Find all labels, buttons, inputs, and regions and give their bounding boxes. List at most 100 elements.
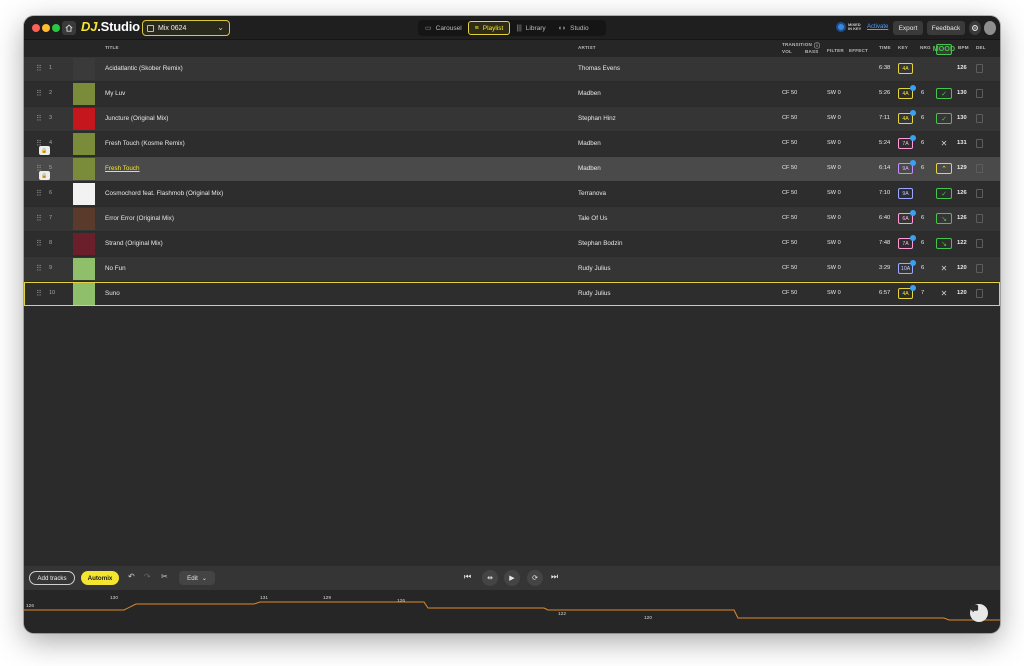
track-title[interactable]: No Fun [105, 265, 126, 272]
scissors-icon[interactable]: ✂ [161, 572, 168, 581]
tab-playlist[interactable]: ≡ Playlist [467, 21, 511, 35]
skip-back-icon[interactable]: ⏮ [464, 572, 471, 582]
transition-bass[interactable]: SW 0 [827, 215, 841, 221]
drag-handle-icon[interactable]: ⠿ [36, 214, 42, 223]
track-title[interactable]: Fresh Touch [105, 165, 140, 172]
track-row[interactable]: ⠿ 10 Suno Rudy Julius CF 50 SW 0 6:57 4A 7 ✕ 120 [24, 282, 1000, 306]
drag-handle-icon[interactable]: ⠿ [36, 114, 42, 123]
lock-icon[interactable]: 🔒 [39, 146, 50, 155]
redo-icon[interactable]: ↷ [144, 572, 151, 581]
transition-bass[interactable]: SW 0 [827, 140, 841, 146]
trash-icon[interactable] [976, 89, 983, 98]
settings-button[interactable] [969, 21, 981, 35]
col-artist[interactable]: ARTIST [578, 45, 596, 50]
automix-button[interactable]: Automix [81, 571, 119, 585]
track-row[interactable]: ⠿ 9 No Fun Rudy Julius CF 50 SW 0 3:29 10A 6 ✕ 120 [24, 257, 1000, 281]
edit-menu-button[interactable]: Edit ⌄ [179, 571, 215, 585]
transition-vol[interactable]: CF 50 [782, 140, 797, 146]
trash-icon[interactable] [976, 264, 983, 273]
transition-vol[interactable]: CF 50 [782, 215, 797, 221]
home-button[interactable] [62, 21, 76, 35]
drag-handle-icon[interactable]: ⠿ [36, 289, 42, 298]
chat-button[interactable] [970, 604, 988, 622]
transition-bass[interactable]: SW 0 [827, 165, 841, 171]
trash-icon[interactable] [976, 289, 983, 298]
track-row[interactable]: ⠿ 7 Error Error (Original Mix) Tale Of Us CF… [24, 207, 1000, 231]
col-key[interactable]: KEY [898, 45, 908, 50]
mood-up-icon[interactable]: ⌃ [936, 163, 952, 174]
drag-handle-icon[interactable]: ⠿ [36, 89, 42, 98]
tab-library[interactable]: ||| Library [510, 21, 551, 35]
transition-bass[interactable]: SW 0 [827, 190, 841, 196]
split-button[interactable]: ⇹ [482, 570, 498, 586]
trash-icon[interactable] [976, 189, 983, 198]
trash-icon[interactable] [976, 214, 983, 223]
play-button[interactable]: ▶ [504, 570, 520, 586]
trash-icon[interactable] [976, 64, 983, 73]
transition-vol[interactable]: CF 50 [782, 290, 797, 296]
track-title[interactable]: Acidatlantic (Skober Remix) [105, 65, 183, 72]
mood-down-icon[interactable]: ↘ [936, 213, 952, 224]
lock-icon[interactable]: 🔒 [39, 171, 50, 180]
track-row[interactable]: ⠿ 1 Acidatlantic (Skober Remix) Thomas Even… [24, 57, 1000, 81]
track-title[interactable]: Suno [105, 290, 120, 297]
track-row[interactable]: ⠿ 2 My Luv Madben CF 50 SW 0 5:26 4A 6 ✓ 130 [24, 82, 1000, 106]
col-mood[interactable]: MOOD [933, 44, 955, 55]
drag-handle-icon[interactable]: ⠿ [36, 239, 42, 248]
transition-vol[interactable]: CF 50 [782, 165, 797, 171]
minimize-window-button[interactable] [42, 24, 50, 32]
track-title[interactable]: My Luv [105, 90, 125, 97]
check-icon[interactable]: ✓ [936, 188, 952, 199]
x-icon[interactable]: ✕ [936, 138, 952, 149]
mood-down-icon[interactable]: ↘ [936, 238, 952, 249]
drag-handle-icon[interactable]: ⠿ [36, 189, 42, 198]
mix-selector[interactable]: Mix 0624 ⌄ [142, 20, 230, 36]
track-row[interactable]: ⠿ 4 Fresh Touch (Kosme Remix) Madben CF 50 SW… [24, 132, 1000, 156]
close-window-button[interactable] [32, 24, 40, 32]
track-row[interactable]: ⠿ 6 Cosmochord feat. Flashmob (Original Mi… [24, 182, 1000, 206]
track-title[interactable]: Strand (Original Mix) [105, 240, 163, 247]
col-title[interactable]: TITLE [105, 45, 119, 50]
transition-vol[interactable]: CF 50 [782, 265, 797, 271]
transition-vol[interactable]: CF 50 [782, 90, 797, 96]
track-title[interactable]: Juncture (Original Mix) [105, 115, 168, 122]
track-row[interactable]: ⠿ 5 Fresh Touch Madben CF 50 SW 0 6:14 9A 6 ⌃ 129 [24, 157, 1000, 181]
activate-link[interactable]: Activate [867, 24, 888, 30]
transition-vol[interactable]: CF 50 [782, 115, 797, 121]
skip-forward-icon[interactable]: ⏭ [551, 572, 558, 582]
track-title[interactable]: Cosmochord feat. Flashmob (Original Mix) [105, 190, 223, 197]
trash-icon[interactable] [976, 239, 983, 248]
track-title[interactable]: Error Error (Original Mix) [105, 215, 174, 222]
track-title[interactable]: Fresh Touch (Kosme Remix) [105, 140, 185, 147]
add-tracks-button[interactable]: Add tracks [29, 571, 75, 585]
transition-bass[interactable]: SW 0 [827, 290, 841, 296]
drag-handle-icon[interactable]: ⠿ [36, 264, 42, 273]
check-icon[interactable]: ✓ [936, 88, 952, 99]
loop-button[interactable]: ⟳ [527, 570, 543, 586]
col-bpm[interactable]: BPM [958, 45, 969, 50]
zoom-window-button[interactable] [52, 24, 60, 32]
tab-studio[interactable]: ◖◗ Studio [552, 21, 595, 35]
transition-bass[interactable]: SW 0 [827, 240, 841, 246]
x-icon[interactable]: ✕ [936, 263, 952, 274]
tab-carousel[interactable]: ▭ Carousel [419, 21, 468, 35]
transition-vol[interactable]: CF 50 [782, 240, 797, 246]
col-nrg[interactable]: NRG [920, 45, 931, 50]
track-row[interactable]: ⠿ 3 Juncture (Original Mix) Stephan Hinz CF … [24, 107, 1000, 131]
x-icon[interactable]: ✕ [936, 288, 952, 299]
transition-bass[interactable]: SW 0 [827, 265, 841, 271]
undo-icon[interactable]: ↶ [128, 572, 135, 581]
transition-bass[interactable]: SW 0 [827, 115, 841, 121]
transition-bass[interactable]: SW 0 [827, 90, 841, 96]
transition-vol[interactable]: CF 50 [782, 190, 797, 196]
col-time[interactable]: TIME [879, 45, 891, 50]
track-row[interactable]: ⠿ 8 Strand (Original Mix) Stephan Bodzin CF … [24, 232, 1000, 256]
avatar[interactable] [984, 21, 996, 35]
trash-icon[interactable] [976, 164, 983, 173]
trash-icon[interactable] [976, 139, 983, 148]
trash-icon[interactable] [976, 114, 983, 123]
drag-handle-icon[interactable]: ⠿ [36, 64, 42, 73]
feedback-button[interactable]: Feedback [927, 21, 965, 35]
check-icon[interactable]: ✓ [936, 113, 952, 124]
export-button[interactable]: Export [893, 21, 923, 35]
